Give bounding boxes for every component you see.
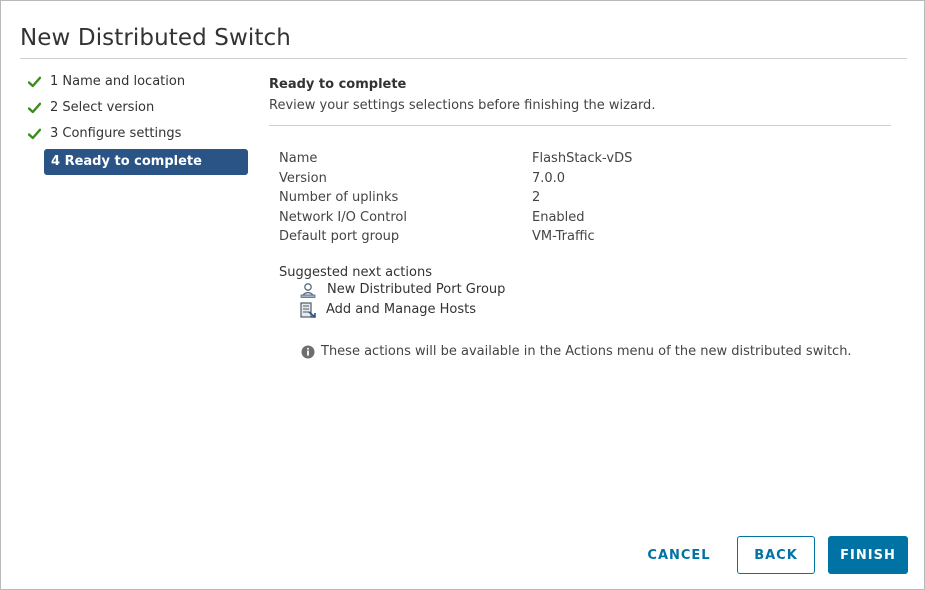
content-subheading: Review your settings selections before f… bbox=[269, 98, 656, 113]
action-label: New Distributed Port Group bbox=[327, 282, 506, 297]
step-name-and-location[interactable]: 1 Name and location bbox=[26, 71, 251, 97]
info-text: These actions will be available in the A… bbox=[321, 344, 852, 359]
summary-row: Number of uplinks 2 bbox=[279, 190, 632, 210]
info-icon bbox=[301, 345, 315, 358]
checkmark-icon bbox=[28, 102, 41, 114]
info-message: These actions will be available in the A… bbox=[301, 344, 852, 359]
step-configure-settings[interactable]: 3 Configure settings bbox=[26, 123, 251, 149]
action-label: Add and Manage Hosts bbox=[326, 302, 477, 317]
summary-value: Enabled bbox=[532, 209, 585, 225]
checkmark-icon bbox=[28, 128, 41, 140]
summary-key: Version bbox=[279, 170, 327, 186]
settings-summary: Name FlashStack-vDS Version 7.0.0 Number… bbox=[279, 151, 632, 249]
summary-key: Network I/O Control bbox=[279, 209, 407, 225]
summary-row: Name FlashStack-vDS bbox=[279, 151, 632, 171]
summary-row: Default port group VM-Traffic bbox=[279, 229, 632, 249]
finish-button[interactable]: FINISH bbox=[828, 536, 908, 574]
title-divider bbox=[20, 58, 907, 59]
step-select-version[interactable]: 2 Select version bbox=[26, 97, 251, 123]
summary-value: FlashStack-vDS bbox=[532, 151, 633, 166]
port-group-icon bbox=[300, 283, 316, 298]
summary-value: 7.0.0 bbox=[532, 170, 566, 186]
step-label: 2 Select version bbox=[50, 100, 155, 115]
step-label: 3 Configure settings bbox=[50, 126, 182, 141]
manage-hosts-icon bbox=[300, 302, 316, 318]
dialog-title: New Distributed Switch bbox=[20, 25, 291, 51]
summary-key: Name bbox=[279, 151, 318, 166]
action-add-manage-hosts[interactable]: Add and Manage Hosts bbox=[279, 300, 505, 320]
content-heading: Ready to complete bbox=[269, 77, 407, 92]
wizard-dialog: New Distributed Switch 1 Name and locati… bbox=[0, 0, 925, 590]
content-divider bbox=[269, 125, 891, 126]
wizard-steps: 1 Name and location 2 Select version 3 C… bbox=[26, 71, 251, 175]
summary-key: Number of uplinks bbox=[279, 190, 399, 206]
summary-row: Version 7.0.0 bbox=[279, 171, 632, 191]
suggested-actions: Suggested next actions New Distributed P… bbox=[279, 265, 505, 320]
checkmark-icon bbox=[28, 76, 41, 88]
content-header: Ready to complete Review your settings s… bbox=[269, 77, 892, 126]
back-button[interactable]: BACK bbox=[737, 536, 815, 574]
action-new-port-group[interactable]: New Distributed Port Group bbox=[279, 280, 505, 300]
step-label: 4 Ready to complete bbox=[51, 154, 202, 169]
summary-key: Default port group bbox=[279, 229, 400, 245]
suggested-heading: Suggested next actions bbox=[279, 265, 432, 280]
cancel-button[interactable]: CANCEL bbox=[637, 536, 721, 574]
step-label: 1 Name and location bbox=[50, 74, 186, 89]
summary-row: Network I/O Control Enabled bbox=[279, 210, 632, 230]
summary-value: 2 bbox=[532, 190, 541, 206]
summary-value: VM-Traffic bbox=[532, 229, 595, 245]
step-ready-to-complete[interactable]: 4 Ready to complete bbox=[44, 149, 248, 175]
